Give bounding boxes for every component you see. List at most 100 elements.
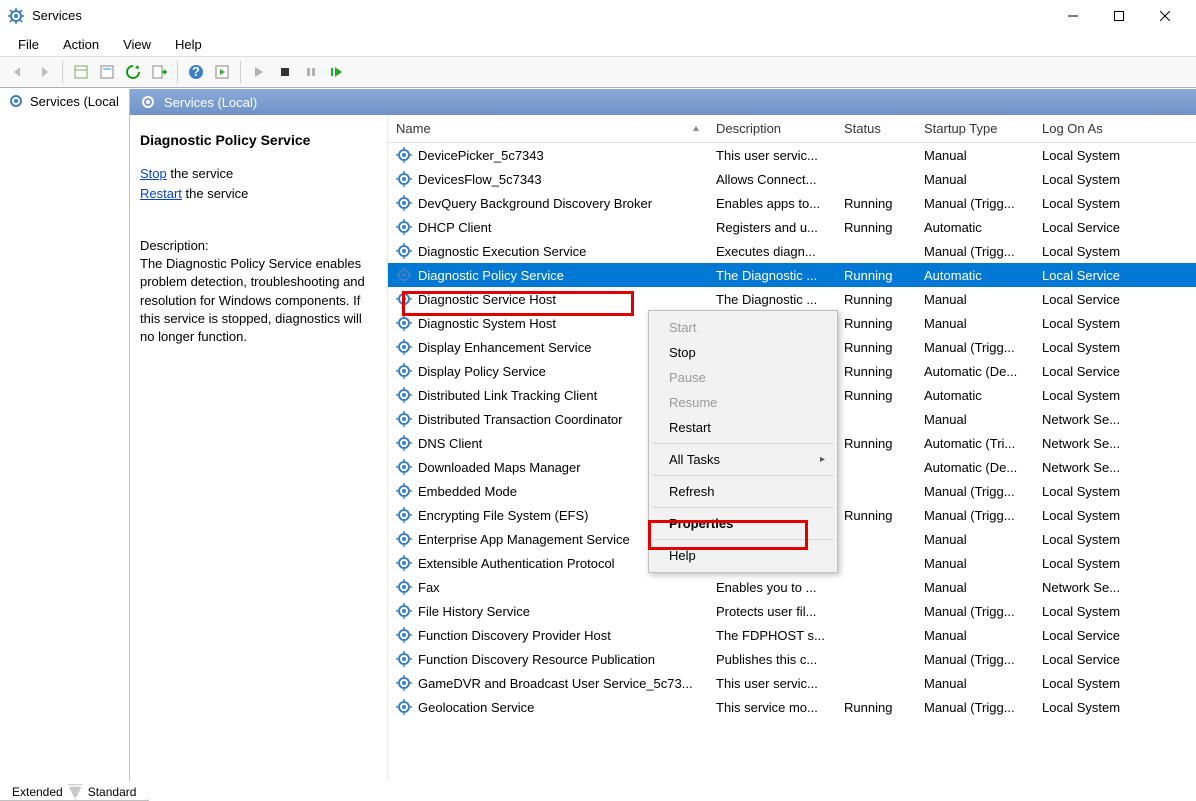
gear-icon — [396, 339, 412, 355]
refresh-toolbtn[interactable] — [121, 60, 145, 84]
export-list-toolbtn[interactable] — [147, 60, 171, 84]
context-menu: StartStopPauseResumeRestartAll Tasks▸Ref… — [648, 310, 838, 573]
gear-icon — [8, 93, 24, 109]
chevron-right-icon: ▸ — [820, 454, 825, 465]
service-startup: Manual — [916, 580, 1034, 595]
service-row[interactable]: File History ServiceProtects user fil...… — [388, 599, 1196, 623]
service-desc: This service mo... — [708, 700, 836, 715]
ctx-help[interactable]: Help — [651, 543, 835, 568]
gear-icon — [396, 627, 412, 643]
tree-pane: Services (Local — [0, 89, 130, 781]
ctx-start: Start — [651, 315, 835, 340]
service-row[interactable]: Diagnostic Service HostThe Diagnostic ..… — [388, 287, 1196, 311]
menu-bar: File Action View Help — [0, 32, 1196, 56]
service-name: Fax — [418, 580, 440, 595]
menu-action[interactable]: Action — [53, 35, 109, 54]
help2-toolbtn[interactable] — [210, 60, 234, 84]
tab-extended[interactable]: Extended — [0, 784, 76, 801]
service-row[interactable]: DevicesFlow_5c7343Allows Connect...Manua… — [388, 167, 1196, 191]
service-row[interactable]: DHCP ClientRegisters and u...RunningAuto… — [388, 215, 1196, 239]
service-status: Running — [836, 292, 916, 307]
service-startup: Manual — [916, 556, 1034, 571]
ctx-stop[interactable]: Stop — [651, 340, 835, 365]
service-startup: Automatic — [916, 220, 1034, 235]
gear-icon — [396, 171, 412, 187]
service-logon: Local Service — [1034, 652, 1144, 667]
service-desc: Enables you to ... — [708, 580, 836, 595]
gear-icon — [396, 291, 412, 307]
service-startup: Manual — [916, 316, 1034, 331]
service-row[interactable]: FaxEnables you to ...ManualNetwork Se... — [388, 575, 1196, 599]
service-startup: Manual — [916, 148, 1034, 163]
gear-icon — [396, 507, 412, 523]
service-name: DevQuery Background Discovery Broker — [418, 196, 652, 211]
col-description[interactable]: Description — [708, 117, 836, 140]
maximize-button[interactable] — [1096, 1, 1142, 31]
service-row[interactable]: GameDVR and Broadcast User Service_5c73.… — [388, 671, 1196, 695]
menu-help[interactable]: Help — [165, 35, 212, 54]
menu-file[interactable]: File — [8, 35, 49, 54]
service-status: Running — [836, 340, 916, 355]
tree-root-services[interactable]: Services (Local — [0, 89, 129, 113]
service-startup: Manual (Trigg... — [916, 604, 1034, 619]
service-name: Embedded Mode — [418, 484, 517, 499]
stop-service-link[interactable]: Stop — [140, 166, 167, 181]
close-button[interactable] — [1142, 1, 1188, 31]
ctx-properties[interactable]: Properties — [651, 511, 835, 536]
gear-icon — [396, 435, 412, 451]
service-startup: Manual (Trigg... — [916, 700, 1034, 715]
service-startup: Automatic (De... — [916, 460, 1034, 475]
service-startup: Manual (Trigg... — [916, 508, 1034, 523]
service-row[interactable]: Function Discovery Resource PublicationP… — [388, 647, 1196, 671]
service-logon: Local System — [1034, 700, 1144, 715]
forward-button[interactable] — [32, 60, 56, 84]
restart-service-link[interactable]: Restart — [140, 186, 182, 201]
service-startup: Automatic (Tri... — [916, 436, 1034, 451]
properties-toolbtn[interactable] — [69, 60, 93, 84]
restart-service-toolbtn[interactable] — [325, 60, 349, 84]
service-startup: Manual (Trigg... — [916, 652, 1034, 667]
service-name: Geolocation Service — [418, 700, 534, 715]
stop-service-toolbtn[interactable] — [273, 60, 297, 84]
start-service-toolbtn[interactable] — [247, 60, 271, 84]
back-button[interactable] — [6, 60, 30, 84]
menu-view[interactable]: View — [113, 35, 161, 54]
gear-icon — [396, 147, 412, 163]
service-logon: Local System — [1034, 148, 1144, 163]
help-toolbtn[interactable]: ? — [184, 60, 208, 84]
service-row[interactable]: Diagnostic Execution ServiceExecutes dia… — [388, 239, 1196, 263]
service-logon: Local System — [1034, 508, 1144, 523]
tab-standard[interactable]: Standard — [75, 784, 150, 801]
service-logon: Local Service — [1034, 220, 1144, 235]
service-row[interactable]: Geolocation ServiceThis service mo...Run… — [388, 695, 1196, 719]
minimize-button[interactable] — [1050, 1, 1096, 31]
bottom-tab-strip: ◂ ▸ Extended Standard — [0, 781, 1196, 801]
ctx-restart[interactable]: Restart — [651, 415, 835, 440]
service-name: Encrypting File System (EFS) — [418, 508, 589, 523]
ctx-pause: Pause — [651, 365, 835, 390]
col-startup[interactable]: Startup Type — [916, 117, 1034, 140]
service-startup: Manual — [916, 532, 1034, 547]
ctx-all-tasks[interactable]: All Tasks▸ — [651, 447, 835, 472]
service-row[interactable]: DevicePicker_5c7343This user servic...Ma… — [388, 143, 1196, 167]
service-name: File History Service — [418, 604, 530, 619]
col-logon[interactable]: Log On As — [1034, 117, 1144, 140]
toolbar: ? — [0, 56, 1196, 88]
pause-service-toolbtn[interactable] — [299, 60, 323, 84]
gear-icon — [396, 651, 412, 667]
col-name[interactable]: Name — [388, 117, 708, 140]
ctx-refresh[interactable]: Refresh — [651, 479, 835, 504]
service-row[interactable]: Function Discovery Provider HostThe FDPH… — [388, 623, 1196, 647]
gear-icon — [396, 315, 412, 331]
service-row[interactable]: Diagnostic Policy ServiceThe Diagnostic … — [388, 263, 1196, 287]
service-name: Downloaded Maps Manager — [418, 460, 581, 475]
export-toolbtn[interactable] — [95, 60, 119, 84]
service-logon: Local System — [1034, 676, 1144, 691]
service-row[interactable]: DevQuery Background Discovery BrokerEnab… — [388, 191, 1196, 215]
service-logon: Local System — [1034, 556, 1144, 571]
service-name: Extensible Authentication Protocol — [418, 556, 615, 571]
service-name: Display Enhancement Service — [418, 340, 591, 355]
service-status: Running — [836, 508, 916, 523]
col-status[interactable]: Status — [836, 117, 916, 140]
sort-asc-icon — [692, 125, 700, 133]
